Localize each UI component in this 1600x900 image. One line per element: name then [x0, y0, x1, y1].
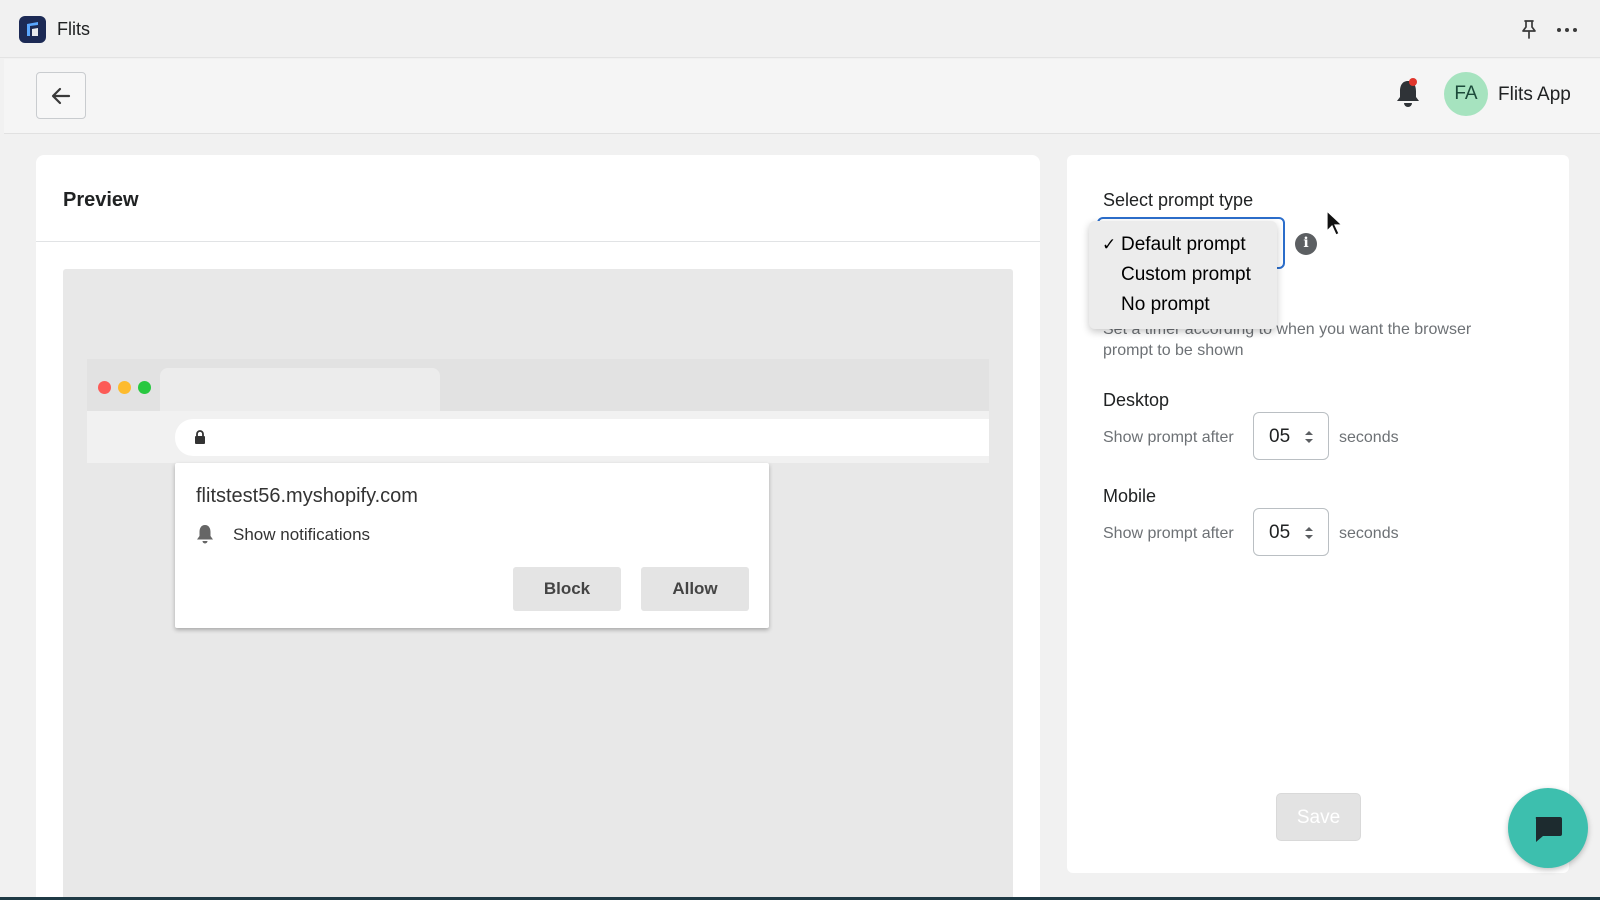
mouse-cursor-icon: [1326, 210, 1344, 236]
browser-mockup: flitstest56.myshopify.com Show notificat…: [87, 359, 989, 839]
stepper-arrows-icon: [1305, 527, 1313, 539]
lock-icon: [195, 430, 205, 444]
close-dot-icon: [98, 381, 111, 394]
app-top-bar: Flits: [0, 0, 1600, 58]
address-bar: [175, 419, 989, 456]
app-window: Flits FA Flits App Preview flitstest56.m…: [0, 0, 1600, 897]
notification-permission-popup: flitstest56.myshopify.com Show notificat…: [175, 463, 769, 628]
bell-icon[interactable]: [1394, 77, 1422, 109]
preview-card: Preview flitstest56.myshopify.com Show n…: [36, 155, 1040, 897]
option-default-prompt[interactable]: ✓ Default prompt: [1089, 230, 1277, 260]
block-button[interactable]: Block: [513, 567, 621, 611]
select-prompt-label: Select prompt type: [1103, 190, 1254, 210]
avatar[interactable]: FA: [1444, 72, 1488, 116]
mobile-prefix: Show prompt after: [1103, 525, 1234, 542]
flits-logo-icon: [19, 16, 46, 43]
option-label: Custom prompt: [1121, 264, 1251, 285]
chat-button[interactable]: [1508, 788, 1588, 868]
preview-title: Preview: [63, 189, 139, 211]
minimize-dot-icon: [118, 381, 131, 394]
notification-text: Show notifications: [233, 525, 371, 544]
back-button[interactable]: [36, 72, 86, 119]
desktop-label: Desktop: [1103, 390, 1170, 410]
info-icon[interactable]: i: [1295, 233, 1317, 255]
user-name[interactable]: Flits App: [1498, 84, 1571, 106]
preview-area: flitstest56.myshopify.com Show notificat…: [63, 269, 1013, 897]
chat-bubble-icon: [1535, 817, 1562, 842]
mobile-seconds-stepper[interactable]: 05: [1253, 508, 1329, 556]
maximize-dot-icon: [138, 381, 151, 394]
check-icon: ✓: [1102, 235, 1117, 254]
mobile-seconds-value: 05: [1269, 522, 1291, 543]
desktop-suffix: seconds: [1339, 429, 1399, 446]
more-horizontal-icon[interactable]: [1555, 19, 1581, 41]
option-custom-prompt[interactable]: Custom prompt: [1089, 260, 1277, 290]
site-domain: flitstest56.myshopify.com: [196, 485, 418, 507]
desktop-seconds-value: 05: [1269, 426, 1291, 447]
allow-button[interactable]: Allow: [641, 567, 749, 611]
browser-tab: [160, 368, 440, 411]
option-label: No prompt: [1121, 294, 1210, 315]
desktop-prefix: Show prompt after: [1103, 429, 1234, 446]
browser-tab-strip: [87, 359, 989, 411]
arrow-left-icon: [51, 87, 71, 105]
bell-icon: [197, 525, 213, 544]
browser-toolbar: [87, 411, 989, 463]
pin-icon[interactable]: [1518, 18, 1540, 40]
mobile-suffix: seconds: [1339, 525, 1399, 542]
save-button[interactable]: Save: [1276, 793, 1361, 841]
mobile-label: Mobile: [1103, 486, 1157, 506]
stepper-arrows-icon: [1305, 431, 1313, 443]
option-no-prompt[interactable]: No prompt: [1089, 290, 1277, 320]
settings-card: Select prompt type i Set a timer accordi…: [1067, 155, 1569, 873]
notification-dot: [1409, 78, 1417, 86]
page-header: FA Flits App: [4, 59, 1600, 134]
divider: [36, 241, 1040, 242]
desktop-seconds-stepper[interactable]: 05: [1253, 412, 1329, 460]
app-name: Flits: [57, 19, 90, 39]
prompt-type-dropdown: ✓ Default prompt Custom prompt No prompt: [1089, 221, 1277, 329]
option-label: Default prompt: [1121, 234, 1246, 255]
